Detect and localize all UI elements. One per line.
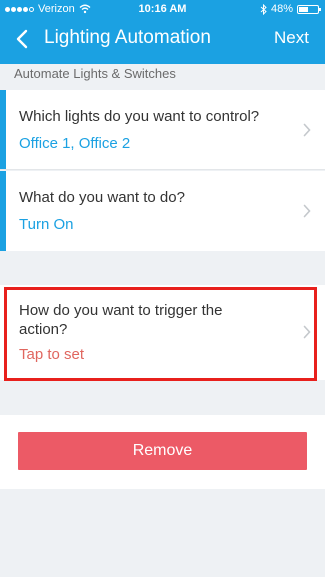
battery-fill (299, 6, 308, 12)
row-accent-bar (0, 90, 6, 169)
row-answer: Turn On (19, 216, 74, 233)
row-question-line1: How do you want to trigger the (19, 302, 223, 319)
row-question: How do you want to trigger the action? (19, 301, 222, 339)
row-answer: Office 1, Office 2 (19, 135, 131, 152)
lights-selection-row[interactable]: Which lights do you want to control? Off… (0, 90, 325, 170)
page-title: Lighting Automation (44, 27, 211, 48)
row-question-line2: action? (19, 321, 68, 338)
row-answer: Tap to set (19, 346, 85, 363)
row-question: Which lights do you want to control? (19, 108, 260, 125)
chevron-left-icon (16, 29, 28, 49)
remove-button[interactable]: Remove (18, 432, 307, 470)
section-label: Automate Lights & Switches (14, 66, 176, 81)
chevron-right-icon (303, 123, 311, 137)
action-row[interactable]: What do you want to do? Turn On (0, 171, 325, 251)
row-accent-bar (0, 171, 6, 251)
app-header: Verizon 10:16 AM 48% Lighting Automation… (0, 0, 325, 64)
trigger-row[interactable]: How do you want to trigger the action? T… (0, 285, 325, 380)
status-bar: Verizon 10:16 AM 48% (0, 0, 325, 20)
next-button[interactable]: Next (274, 28, 309, 48)
row-question: What do you want to do? (19, 189, 185, 206)
chevron-right-icon (303, 325, 311, 339)
battery-icon (297, 4, 321, 14)
battery-percent: 48% (270, 3, 293, 15)
chevron-right-icon (303, 204, 311, 218)
back-button[interactable] (8, 24, 36, 54)
status-right: 48% (260, 3, 321, 15)
bluetooth-icon (260, 3, 267, 15)
remove-section: Remove (0, 415, 325, 489)
